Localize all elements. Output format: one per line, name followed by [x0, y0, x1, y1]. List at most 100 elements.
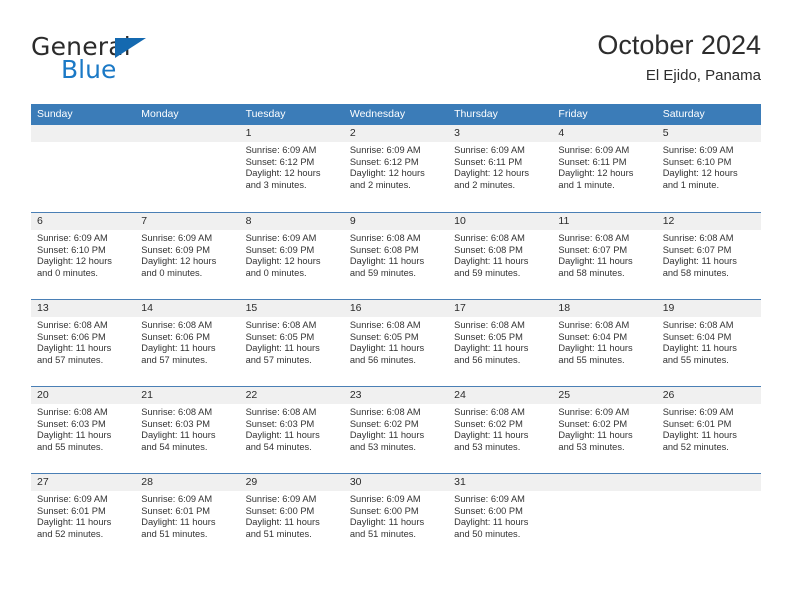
sunrise-text: Sunrise: 6:08 AM [37, 407, 108, 417]
sunset-text: Sunset: 6:06 PM [37, 331, 106, 342]
calendar-day-cell[interactable]: 24 Sunrise: 6:08 AM Sunset: 6:02 PM Dayligh… [448, 387, 553, 473]
daylight-text-line2: and 0 minutes. [141, 267, 203, 278]
calendar-day-cell[interactable]: 26 Sunrise: 6:09 AM Sunset: 6:01 PM Dayligh… [656, 387, 761, 473]
calendar-day-cell[interactable]: 17 Sunrise: 6:08 AM Sunset: 6:05 PM Dayligh… [448, 300, 553, 386]
sunrise-text: Sunrise: 6:09 AM [454, 145, 525, 155]
daylight-text-line1: Daylight: 12 hours [245, 256, 321, 267]
sunset-text: Sunset: 6:05 PM [245, 331, 315, 342]
calendar-day-cell[interactable]: 19 Sunrise: 6:08 AM Sunset: 6:04 PM Dayligh… [656, 300, 761, 386]
calendar-day-cell[interactable]: 8 Sunrise: 6:09 AM Sunset: 6:09 PM Daylight… [239, 213, 344, 299]
day-sun-info: Sunrise: 6:09 AM Sunset: 6:01 PM Daylight:… [31, 491, 135, 540]
calendar-day-cell[interactable]: 6 Sunrise: 6:09 AM Sunset: 6:10 PM Daylight… [31, 213, 136, 299]
calendar-day-cell[interactable]: 10 Sunrise: 6:08 AM Sunset: 6:08 PM Dayligh… [448, 213, 553, 299]
calendar-day-cell[interactable]: 2 Sunrise: 6:09 AM Sunset: 6:12 PM Daylight… [343, 125, 449, 212]
sunrise-text: Sunrise: 6:09 AM [141, 494, 213, 504]
daylight-text-line2: and 58 minutes. [558, 267, 625, 278]
day-sun-info: Sunrise: 6:09 AM Sunset: 6:09 PM Daylight:… [135, 230, 239, 279]
day-sun-info: Sunrise: 6:08 AM Sunset: 6:07 PM Daylight:… [657, 230, 761, 279]
daylight-text-line1: Daylight: 11 hours [37, 343, 112, 354]
sunrise-text: Sunrise: 6:09 AM [349, 145, 421, 155]
calendar-day-cell[interactable]: 31 Sunrise: 6:09 AM Sunset: 6:00 PM Dayligh… [448, 474, 553, 560]
calendar-day-cell[interactable]: 11 Sunrise: 6:08 AM Sunset: 6:07 PM Dayligh… [552, 213, 657, 299]
day-number: 22 [239, 387, 344, 404]
weekday-header-monday: Monday [141, 108, 179, 120]
daylight-text-line1: Daylight: 11 hours [245, 517, 320, 528]
calendar-day-cell[interactable]: 1 Sunrise: 6:09 AM Sunset: 6:12 PM Daylight… [239, 125, 344, 212]
sunset-text: Sunset: 6:05 PM [454, 331, 523, 342]
daylight-text-line2: and 57 minutes. [141, 354, 208, 365]
sunset-text: Sunset: 6:09 PM [245, 244, 315, 255]
day-number: 26 [656, 387, 761, 404]
day-sun-info: Sunrise: 6:08 AM Sunset: 6:05 PM Daylight:… [240, 317, 344, 366]
day-number [552, 474, 657, 491]
daylight-text-line1: Daylight: 11 hours [245, 430, 320, 441]
daylight-text-line1: Daylight: 11 hours [245, 343, 320, 354]
calendar-day-cell[interactable]: 7 Sunrise: 6:09 AM Sunset: 6:09 PM Daylight… [135, 213, 240, 299]
day-sun-info: Sunrise: 6:08 AM Sunset: 6:05 PM Daylight:… [344, 317, 448, 366]
calendar-day-cell[interactable]: 23 Sunrise: 6:08 AM Sunset: 6:02 PM Dayligh… [343, 387, 449, 473]
sunset-text: Sunset: 6:03 PM [245, 418, 315, 429]
calendar-day-cell[interactable]: 30 Sunrise: 6:09 AM Sunset: 6:00 PM Dayligh… [343, 474, 449, 560]
calendar-day-cell[interactable]: 5 Sunrise: 6:09 AM Sunset: 6:10 PM Daylight… [656, 125, 761, 212]
day-number: 31 [448, 474, 553, 491]
calendar-day-cell[interactable]: 4 Sunrise: 6:09 AM Sunset: 6:11 PM Daylight… [552, 125, 657, 212]
calendar-day-cell[interactable]: 18 Sunrise: 6:08 AM Sunset: 6:04 PM Dayligh… [552, 300, 657, 386]
day-sun-info: Sunrise: 6:09 AM Sunset: 6:10 PM Daylight:… [31, 230, 135, 279]
sunrise-text: Sunrise: 6:09 AM [37, 494, 108, 504]
day-sun-info: Sunrise: 6:08 AM Sunset: 6:06 PM Daylight:… [31, 317, 135, 366]
sunset-text: Sunset: 6:04 PM [662, 331, 732, 342]
day-sun-info: Sunrise: 6:08 AM Sunset: 6:03 PM Daylight:… [135, 404, 239, 453]
daylight-text-line1: Daylight: 12 hours [349, 168, 425, 179]
sunset-text: Sunset: 6:02 PM [558, 418, 628, 429]
calendar-day-cell[interactable]: 22 Sunrise: 6:08 AM Sunset: 6:03 PM Dayligh… [239, 387, 344, 473]
logo-text-blue: Blue [61, 55, 117, 84]
weekday-header-saturday: Saturday [662, 108, 705, 120]
sunrise-text: Sunrise: 6:09 AM [245, 233, 317, 243]
daylight-text-line2: and 53 minutes. [558, 441, 625, 452]
calendar-day-cell[interactable]: 27 Sunrise: 6:09 AM Sunset: 6:01 PM Dayligh… [31, 474, 136, 560]
sunset-text: Sunset: 6:07 PM [662, 244, 732, 255]
calendar-week-row: 20 Sunrise: 6:08 AM Sunset: 6:03 PM Dayligh… [31, 386, 761, 473]
calendar-day-cell[interactable]: 12 Sunrise: 6:08 AM Sunset: 6:07 PM Dayligh… [656, 213, 761, 299]
sunrise-text: Sunrise: 6:08 AM [558, 233, 630, 243]
sunrise-text: Sunrise: 6:09 AM [141, 233, 213, 243]
calendar-day-cell[interactable]: 28 Sunrise: 6:09 AM Sunset: 6:01 PM Dayligh… [135, 474, 240, 560]
sunrise-text: Sunrise: 6:09 AM [662, 145, 734, 155]
weekday-header-row: Sunday Monday Tuesday Wednesday Thursday Frid… [31, 104, 761, 125]
calendar-day-cell[interactable]: 3 Sunrise: 6:09 AM Sunset: 6:11 PM Daylight… [448, 125, 553, 212]
calendar-day-cell[interactable]: 15 Sunrise: 6:08 AM Sunset: 6:05 PM Dayligh… [239, 300, 344, 386]
general-blue-logo[interactable]: General Blue [31, 32, 271, 92]
daylight-text-line2: and 2 minutes. [454, 179, 516, 190]
daylight-text-line1: Daylight: 11 hours [662, 343, 737, 354]
logo-triangle-icon [115, 38, 146, 58]
sunrise-text: Sunrise: 6:08 AM [37, 320, 108, 330]
calendar-day-cell[interactable]: 14 Sunrise: 6:08 AM Sunset: 6:06 PM Dayligh… [135, 300, 240, 386]
day-sun-info: Sunrise: 6:09 AM Sunset: 6:01 PM Daylight:… [657, 404, 761, 453]
day-sun-info: Sunrise: 6:09 AM Sunset: 6:00 PM Daylight:… [240, 491, 344, 540]
calendar-day-cell[interactable]: 16 Sunrise: 6:08 AM Sunset: 6:05 PM Dayligh… [343, 300, 449, 386]
day-sun-info: Sunrise: 6:08 AM Sunset: 6:02 PM Daylight:… [448, 404, 552, 453]
daylight-text-line1: Daylight: 12 hours [454, 168, 530, 179]
daylight-text-line2: and 55 minutes. [37, 441, 104, 452]
day-number: 11 [552, 213, 657, 230]
calendar-day-cell[interactable]: 25 Sunrise: 6:09 AM Sunset: 6:02 PM Dayligh… [552, 387, 657, 473]
day-number: 2 [343, 125, 449, 142]
sunrise-text: Sunrise: 6:09 AM [245, 494, 317, 504]
sunset-text: Sunset: 6:05 PM [349, 331, 419, 342]
calendar-day-cell[interactable]: 21 Sunrise: 6:08 AM Sunset: 6:03 PM Dayligh… [135, 387, 240, 473]
sunrise-text: Sunrise: 6:08 AM [454, 407, 525, 417]
calendar-day-cell[interactable]: 20 Sunrise: 6:08 AM Sunset: 6:03 PM Dayligh… [31, 387, 136, 473]
day-sun-info: Sunrise: 6:09 AM Sunset: 6:11 PM Daylight:… [448, 142, 552, 191]
day-sun-info: Sunrise: 6:08 AM Sunset: 6:05 PM Daylight:… [448, 317, 552, 366]
sunrise-text: Sunrise: 6:08 AM [349, 320, 421, 330]
calendar-day-cell[interactable]: 13 Sunrise: 6:08 AM Sunset: 6:06 PM Dayligh… [31, 300, 136, 386]
day-number [31, 125, 136, 142]
calendar-day-cell[interactable]: 9 Sunrise: 6:08 AM Sunset: 6:08 PM Daylight… [343, 213, 449, 299]
daylight-text-line2: and 58 minutes. [662, 267, 729, 278]
day-sun-info: Sunrise: 6:08 AM Sunset: 6:08 PM Daylight:… [448, 230, 552, 279]
day-number: 7 [135, 213, 240, 230]
calendar-week-row: 13 Sunrise: 6:08 AM Sunset: 6:06 PM Dayligh… [31, 299, 761, 386]
calendar-day-cell[interactable]: 29 Sunrise: 6:09 AM Sunset: 6:00 PM Dayligh… [239, 474, 344, 560]
sunrise-text: Sunrise: 6:08 AM [245, 407, 317, 417]
daylight-text-line1: Daylight: 11 hours [454, 256, 529, 267]
